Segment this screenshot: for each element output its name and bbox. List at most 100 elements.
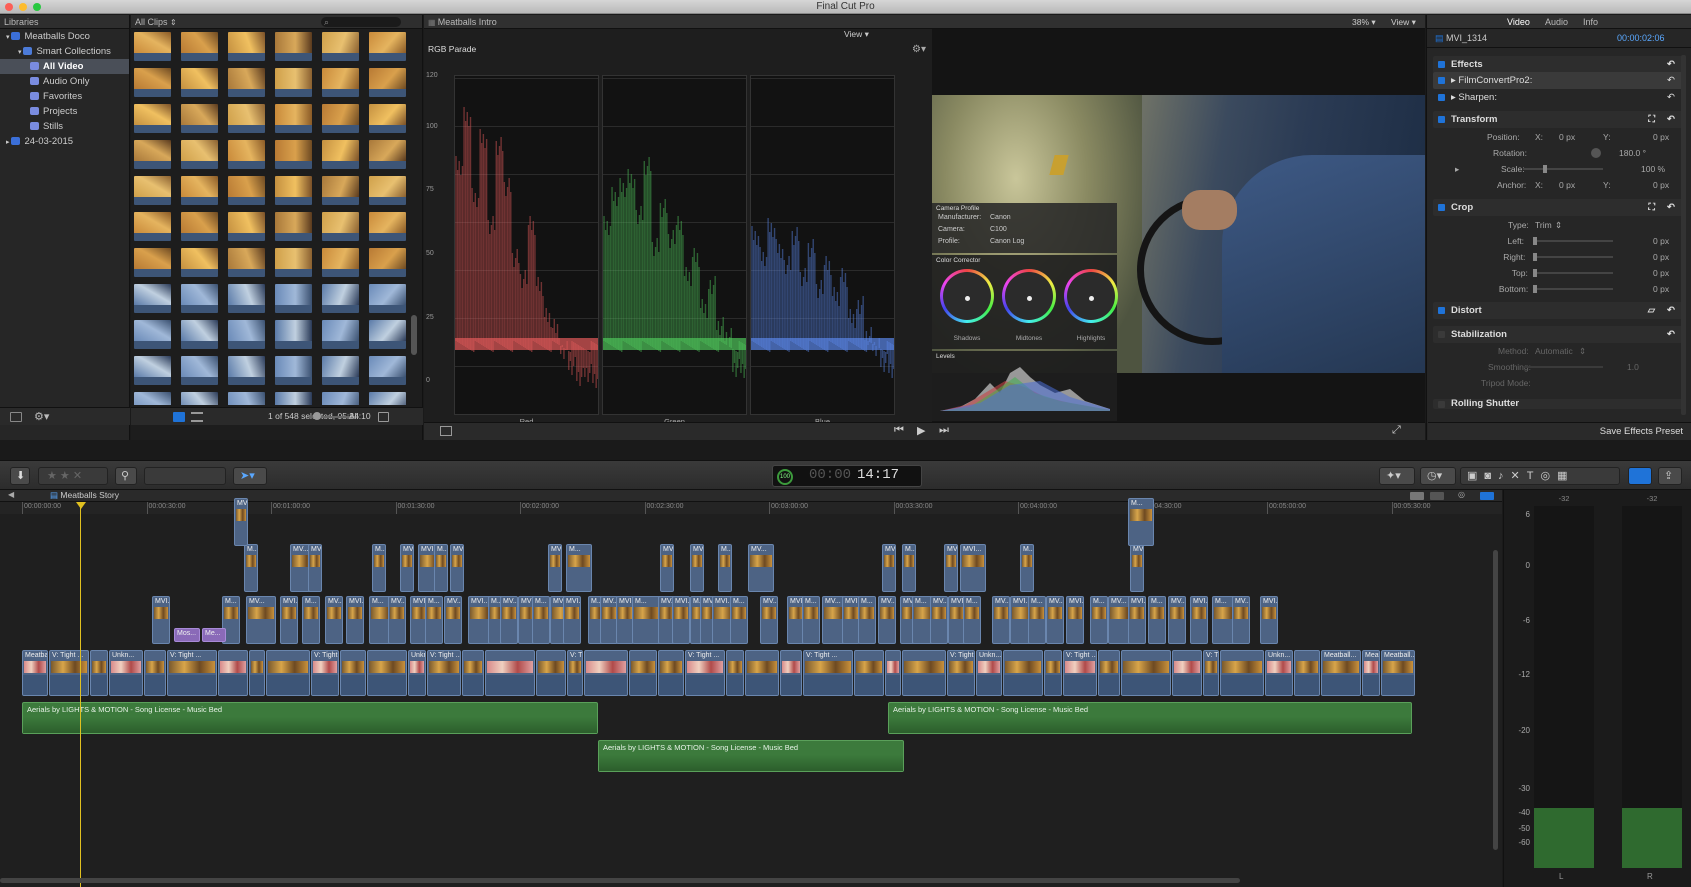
connected-clip[interactable]: MV... [1232, 596, 1250, 644]
clip-thumbnail[interactable] [228, 248, 265, 277]
clip-thumbnail[interactable] [275, 284, 312, 313]
timeline-ruler[interactable]: 00:00:00:00 00:00:30:00 00:01:00:00 00:01:3… [0, 502, 1502, 514]
clip-thumbnail[interactable] [322, 392, 359, 405]
connected-clip[interactable]: MV... [1046, 596, 1064, 644]
retime-menu[interactable]: ◷▾ [1420, 467, 1456, 485]
crop-slider[interactable] [1533, 240, 1613, 242]
primary-clip[interactable]: V: Tight ... [49, 650, 89, 696]
library-item[interactable]: Stills [0, 119, 129, 134]
primary-clip[interactable]: Unkn... [1265, 650, 1293, 696]
connected-clip[interactable]: MV... [660, 544, 674, 592]
timeline-tracks[interactable]: Meatballs Intro V: Tight ... Unkn... V: Tig… [0, 498, 1492, 884]
primary-clip[interactable] [902, 650, 946, 696]
music-audio-clip[interactable]: Aerials by LIGHTS & MOTION - Song Licens… [22, 702, 598, 734]
clip-thumbnail[interactable] [228, 212, 265, 241]
clip-thumbnail[interactable] [181, 32, 218, 61]
clip-thumbnail[interactable] [181, 356, 218, 385]
clip-thumbnail[interactable] [228, 284, 265, 313]
primary-clip[interactable]: V: Tight ... [685, 650, 725, 696]
connected-clip[interactable]: MV... [450, 544, 464, 592]
scope-column-blue[interactable] [750, 75, 895, 415]
enhancements-menu[interactable]: ✦▾ [1379, 467, 1415, 485]
distort-section[interactable]: Distort ▱ ↶ [1433, 302, 1685, 319]
connected-clip[interactable]: M... [858, 596, 876, 644]
primary-clip[interactable] [1098, 650, 1120, 696]
connected-clip[interactable]: M... [372, 544, 386, 592]
title-clip[interactable]: Mos... [174, 628, 200, 642]
list-view-icon[interactable] [191, 412, 203, 422]
primary-clip[interactable] [462, 650, 484, 696]
clip-thumbnail[interactable] [275, 104, 312, 133]
zoom-menu[interactable]: 38% ▾ [1352, 17, 1376, 28]
snapping-icon[interactable] [1480, 492, 1494, 500]
clip-thumbnail[interactable] [181, 392, 218, 405]
primary-clip[interactable] [1172, 650, 1202, 696]
slider-knob[interactable] [313, 412, 321, 420]
clip-thumbnail[interactable] [322, 176, 359, 205]
primary-clip[interactable]: V: Tight ... [567, 650, 583, 696]
clip-thumbnail[interactable] [134, 356, 171, 385]
crop-type-row[interactable]: Type: Trim ⇕ [1433, 217, 1685, 233]
primary-clip[interactable] [485, 650, 535, 696]
crop-value[interactable]: 0 px [1653, 233, 1669, 249]
connected-clip[interactable]: MV... [246, 596, 276, 644]
clip-thumbnail[interactable] [369, 284, 406, 313]
connected-clip[interactable]: M... [963, 596, 981, 644]
clip-thumbnail[interactable] [228, 176, 265, 205]
inspector-tab-audio[interactable]: Audio [1545, 17, 1568, 27]
connected-clip[interactable]: M... [302, 596, 320, 644]
crop-row[interactable]: Right: 0 px [1433, 249, 1685, 265]
connected-clip[interactable]: M... [566, 544, 592, 592]
clip-thumbnail[interactable] [228, 104, 265, 133]
clip-thumbnail[interactable] [181, 176, 218, 205]
inspector-toggle-button[interactable] [1628, 467, 1652, 485]
clip-thumbnail[interactable] [369, 140, 406, 169]
connected-clip[interactable]: M... [1128, 498, 1154, 546]
rolling-shutter-section[interactable]: Rolling Shutter [1433, 399, 1685, 409]
save-effects-preset-button[interactable]: Save Effects Preset [1600, 426, 1683, 437]
media-browser-buttons[interactable]: ▣◙♪✕T◎▦ [1460, 467, 1620, 485]
viewer-display-options-icon[interactable] [440, 426, 452, 436]
clip-thumbnail[interactable] [322, 32, 359, 61]
clip-thumbnail[interactable] [275, 140, 312, 169]
crop-value[interactable]: 0 px [1653, 265, 1669, 281]
clip-thumbnail[interactable] [134, 320, 171, 349]
clip-thumbnail[interactable] [228, 68, 265, 97]
library-item[interactable]: ▾ Smart Collections [0, 44, 129, 59]
primary-clip[interactable] [1121, 650, 1171, 696]
clip-thumbnail[interactable] [275, 32, 312, 61]
primary-clip[interactable]: V: Tight ... [1063, 650, 1097, 696]
connected-clip[interactable]: MVI... [882, 544, 896, 592]
scope-settings-gear-icon[interactable]: ⚙▾ [912, 44, 926, 55]
clip-appearance-icon[interactable] [1410, 492, 1424, 500]
connected-clip[interactable]: M... [244, 544, 258, 592]
clip-thumbnail[interactable] [275, 212, 312, 241]
primary-clip[interactable] [629, 650, 657, 696]
playhead[interactable] [80, 502, 81, 887]
import-button[interactable]: ⬇ [10, 467, 30, 485]
clip-thumbnail[interactable] [228, 32, 265, 61]
primary-clip[interactable] [658, 650, 684, 696]
show-all-button[interactable]: All [349, 411, 358, 421]
connected-clip[interactable]: MV... [500, 596, 518, 644]
crop-slider[interactable] [1533, 272, 1613, 274]
levels-histogram[interactable] [940, 363, 1110, 411]
crop-section[interactable]: Crop ⛶ ↶ [1433, 199, 1685, 216]
transform-section[interactable]: Transform ⛶ ↶ [1433, 111, 1685, 128]
clip-thumbnail[interactable] [181, 320, 218, 349]
filmstrip-view-icon[interactable] [173, 412, 185, 422]
primary-clip[interactable] [1003, 650, 1043, 696]
skimming-icon[interactable] [1430, 492, 1444, 500]
scope-column-green[interactable] [602, 75, 747, 415]
connected-clip[interactable]: M... [532, 596, 550, 644]
connected-clip[interactable]: MVI... [960, 544, 986, 592]
clip-thumbnail[interactable] [322, 104, 359, 133]
primary-clip[interactable] [367, 650, 407, 696]
clip-thumbnail[interactable] [369, 356, 406, 385]
primary-clip[interactable] [726, 650, 744, 696]
minimize-window-button[interactable] [19, 3, 27, 11]
connected-clip[interactable]: M... [434, 544, 448, 592]
connected-clip[interactable]: MV... [1130, 544, 1144, 592]
clip-thumbnail[interactable] [134, 176, 171, 205]
keyword-button[interactable]: ⚲ [115, 467, 137, 485]
